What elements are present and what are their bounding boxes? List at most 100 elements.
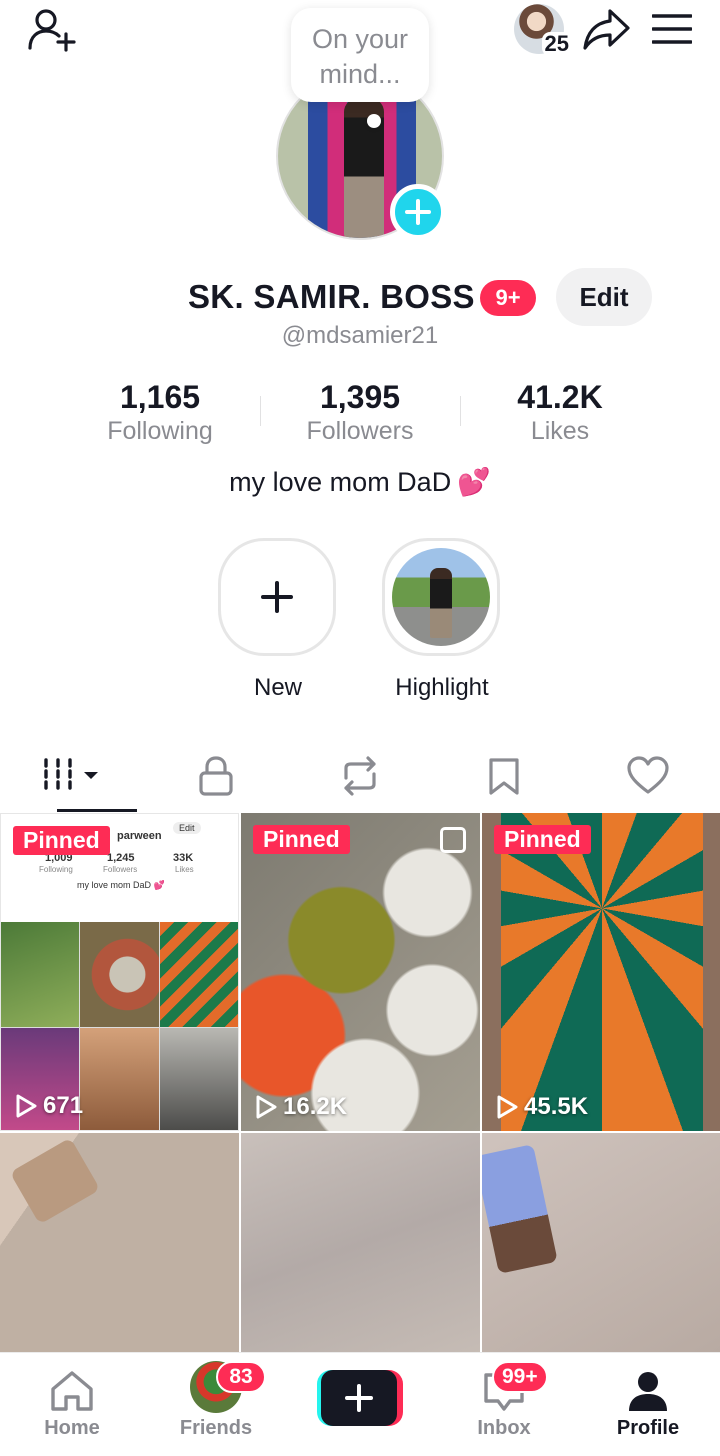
heart-icon [627, 756, 669, 794]
stat-label: Likes [530, 417, 590, 445]
pinned-badge: Pinned [13, 826, 110, 855]
stat-value: 1,165 [119, 379, 201, 415]
video-thumbnail[interactable]: Pinned 16.2K [241, 813, 480, 1131]
mini-name: parween [117, 830, 162, 842]
tab-reposts[interactable] [288, 740, 432, 812]
video-thumbnail[interactable]: parween Edit 1,009 Following 1,245 Follo… [0, 813, 239, 1131]
stat-value: 41.2K [517, 379, 603, 415]
mini-thumb [159, 1027, 238, 1130]
thumbnail-shape [482, 1144, 558, 1274]
video-thumbnail[interactable]: Pinned 45.5K [482, 813, 720, 1131]
mini-thumb [80, 1027, 159, 1130]
pinned-badge: Pinned [494, 825, 591, 854]
add-user-icon [28, 9, 76, 52]
bio: my love mom DaD 💕 [0, 466, 720, 498]
username: @mdsamier21 [281, 322, 439, 349]
highlight-new[interactable]: New [218, 538, 338, 702]
plus-icon [345, 1384, 373, 1412]
mini-thumb [1, 922, 80, 1027]
display-name: SK. SAMIR. BOSS [188, 278, 475, 315]
stat-label: Followers [306, 417, 414, 445]
share-icon [583, 9, 630, 50]
notification-badge[interactable]: 9+ [480, 280, 536, 316]
add-friend-button[interactable] [26, 6, 80, 52]
bubble-tail [367, 114, 381, 128]
mini-stat-value: 1,245 [107, 852, 135, 864]
name-row: SK. SAMIR. BOSS 9+ Edit [0, 268, 720, 326]
mini-stat-value: 33K [173, 852, 194, 864]
view-count-text: 671 [43, 1092, 84, 1119]
nav-home[interactable]: Home [0, 1353, 144, 1456]
mini-stat-label: Following [39, 865, 73, 874]
mini-thumb [80, 922, 159, 1027]
hamburger-menu-icon [652, 14, 692, 44]
share-button[interactable] [582, 5, 630, 53]
stat-followers[interactable]: 1,395 Followers [260, 378, 460, 448]
bio-text: my love mom DaD [229, 467, 452, 497]
add-story-button[interactable] [390, 184, 446, 240]
mini-edit: Edit [173, 822, 201, 834]
view-count: 671 [15, 1092, 83, 1120]
bookmark-icon [489, 758, 519, 795]
nav-create[interactable] [288, 1353, 432, 1456]
mini-stat-label: Followers [103, 865, 138, 874]
story-count: 25 [541, 32, 572, 56]
repost-icon [344, 756, 376, 796]
highlight-person [430, 568, 452, 638]
bubble-line-2: mind... [319, 59, 401, 89]
stat-following[interactable]: 1,165 Following [60, 378, 260, 448]
on-your-mind-bubble[interactable]: On your mind... [291, 8, 429, 102]
video-grid: parween Edit 1,009 Following 1,245 Follo… [0, 813, 720, 1355]
play-icon [497, 1095, 518, 1119]
menu-button[interactable] [648, 5, 696, 53]
nav-inbox[interactable]: 99+ Inbox [432, 1353, 576, 1456]
mini-thumb [159, 922, 238, 1027]
nav-friends-label: Friends [179, 1417, 253, 1439]
highlight-label: New [253, 674, 302, 701]
play-icon [16, 1094, 37, 1118]
highlight-label: Highlight [395, 674, 489, 701]
nav-home-label: Home [44, 1417, 100, 1439]
bottom-nav: Home 83 Friends 99+ Inbox Profile [0, 1352, 720, 1456]
videos-grid-icon [44, 758, 98, 794]
friends-badge: 83 [216, 1361, 266, 1393]
bio-emoji: 💕 [457, 467, 491, 497]
view-count: 45.5K [496, 1093, 588, 1121]
tab-saved[interactable] [432, 740, 576, 812]
stat-likes[interactable]: 41.2K Likes [460, 378, 660, 448]
plus-icon [405, 199, 431, 225]
create-button-face [321, 1370, 397, 1426]
stat-value: 1,395 [319, 379, 401, 415]
nav-profile-label: Profile [616, 1417, 680, 1439]
nav-inbox-label: Inbox [477, 1417, 531, 1439]
mini-profile-preview: parween Edit 1,009 Following 1,245 Follo… [1, 814, 238, 1130]
multi-photo-icon [440, 827, 466, 853]
play-icon [256, 1095, 277, 1119]
stat-label: Following [107, 417, 213, 445]
new-highlight-button[interactable] [218, 538, 336, 656]
video-thumbnail[interactable] [241, 1133, 480, 1355]
tab-liked[interactable] [576, 740, 720, 812]
story-avatar[interactable]: 25 [514, 4, 572, 56]
create-button[interactable] [317, 1370, 403, 1426]
nav-friends[interactable]: 83 Friends [144, 1353, 288, 1456]
plus-icon [261, 581, 293, 613]
view-count-text: 45.5K [524, 1093, 589, 1120]
view-count-text: 16.2K [283, 1093, 348, 1120]
view-count: 16.2K [255, 1093, 347, 1121]
mini-stat-label: Likes [175, 865, 194, 874]
nav-profile[interactable]: Profile [576, 1353, 720, 1456]
tab-videos[interactable] [0, 740, 144, 812]
home-icon [51, 1371, 93, 1411]
content-tabs [0, 740, 720, 812]
highlight-cover[interactable] [382, 538, 500, 656]
edit-profile-button[interactable]: Edit [556, 268, 652, 326]
profile-icon [629, 1372, 667, 1411]
tab-private[interactable] [144, 740, 288, 812]
video-thumbnail[interactable] [0, 1133, 239, 1355]
highlight-item[interactable]: Highlight [382, 538, 502, 702]
thumbnail-shape [9, 1137, 101, 1225]
video-thumbnail[interactable] [482, 1133, 720, 1355]
inbox-badge: 99+ [492, 1361, 548, 1393]
pinned-badge: Pinned [253, 825, 350, 854]
